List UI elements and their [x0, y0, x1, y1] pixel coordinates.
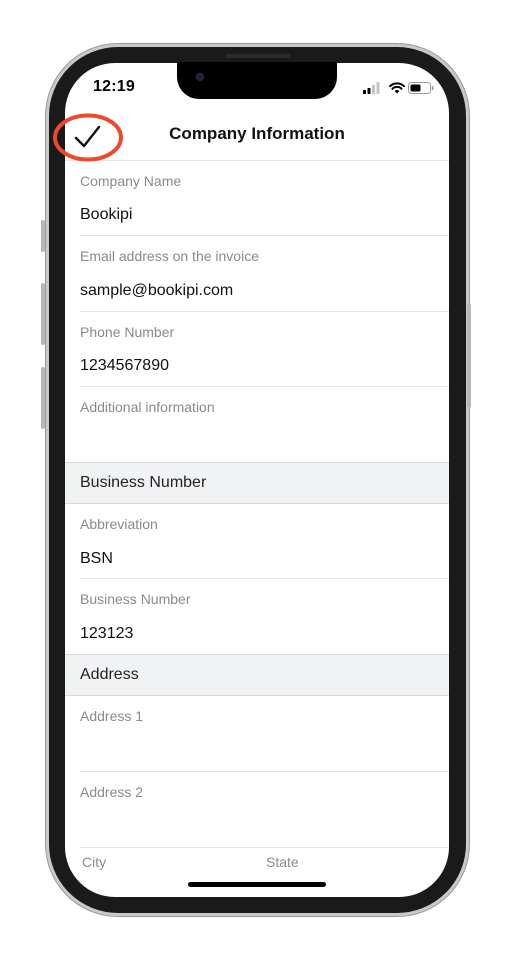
address-section-title: Address	[80, 666, 139, 683]
checkmark-icon	[74, 125, 101, 148]
company-name-label: Company Name	[80, 173, 182, 189]
volume-down-button	[41, 367, 45, 429]
phone-field[interactable]: Phone Number 1234567890	[65, 312, 449, 387]
home-indicator[interactable]	[188, 882, 326, 887]
additional-info-label: Additional information	[80, 399, 215, 415]
status-icons	[363, 80, 435, 96]
business-number-section-header: Business Number	[65, 462, 449, 504]
phone-value[interactable]: 1234567890	[80, 357, 169, 375]
city-state-row: City State	[65, 848, 449, 897]
cellular-signal-icon	[363, 82, 380, 94]
address1-field[interactable]: Address 1	[65, 696, 449, 772]
email-value[interactable]: sample@bookipi.com	[80, 282, 233, 300]
phone-label: Phone Number	[80, 324, 175, 340]
company-name-value[interactable]: Bookipi	[80, 206, 132, 224]
highlight-circle	[53, 113, 123, 162]
volume-up-button	[41, 283, 45, 345]
address-section-header: Address	[65, 654, 449, 696]
done-button[interactable]	[53, 113, 123, 162]
business-number-field[interactable]: Business Number 123123	[65, 579, 449, 655]
business-number-section-title: Business Number	[80, 474, 207, 491]
front-camera	[196, 73, 204, 81]
state-label[interactable]: State	[266, 854, 299, 870]
city-label[interactable]: City	[82, 854, 106, 870]
battery-icon	[408, 82, 434, 94]
business-number-label: Business Number	[80, 591, 191, 607]
email-label: Email address on the invoice	[80, 248, 259, 264]
company-name-field[interactable]: Company Name Bookipi	[65, 160, 449, 236]
address2-field[interactable]: Address 2	[65, 772, 449, 848]
abbreviation-field[interactable]: Abbreviation BSN	[65, 504, 449, 579]
address1-label: Address 1	[80, 708, 144, 724]
email-field[interactable]: Email address on the invoice sample@book…	[65, 236, 449, 312]
additional-info-field[interactable]: Additional information	[65, 387, 449, 462]
abbreviation-value[interactable]: BSN	[80, 550, 113, 568]
company-form: Company Name Bookipi Email address on th…	[65, 160, 449, 897]
address2-label: Address 2	[80, 784, 144, 800]
status-time: 12:19	[93, 78, 135, 95]
earpiece-speaker	[225, 54, 291, 58]
abbreviation-label: Abbreviation	[80, 516, 158, 532]
business-number-value[interactable]: 123123	[80, 625, 133, 643]
mute-switch	[41, 220, 45, 252]
power-button	[467, 303, 471, 408]
wifi-icon	[389, 82, 405, 94]
